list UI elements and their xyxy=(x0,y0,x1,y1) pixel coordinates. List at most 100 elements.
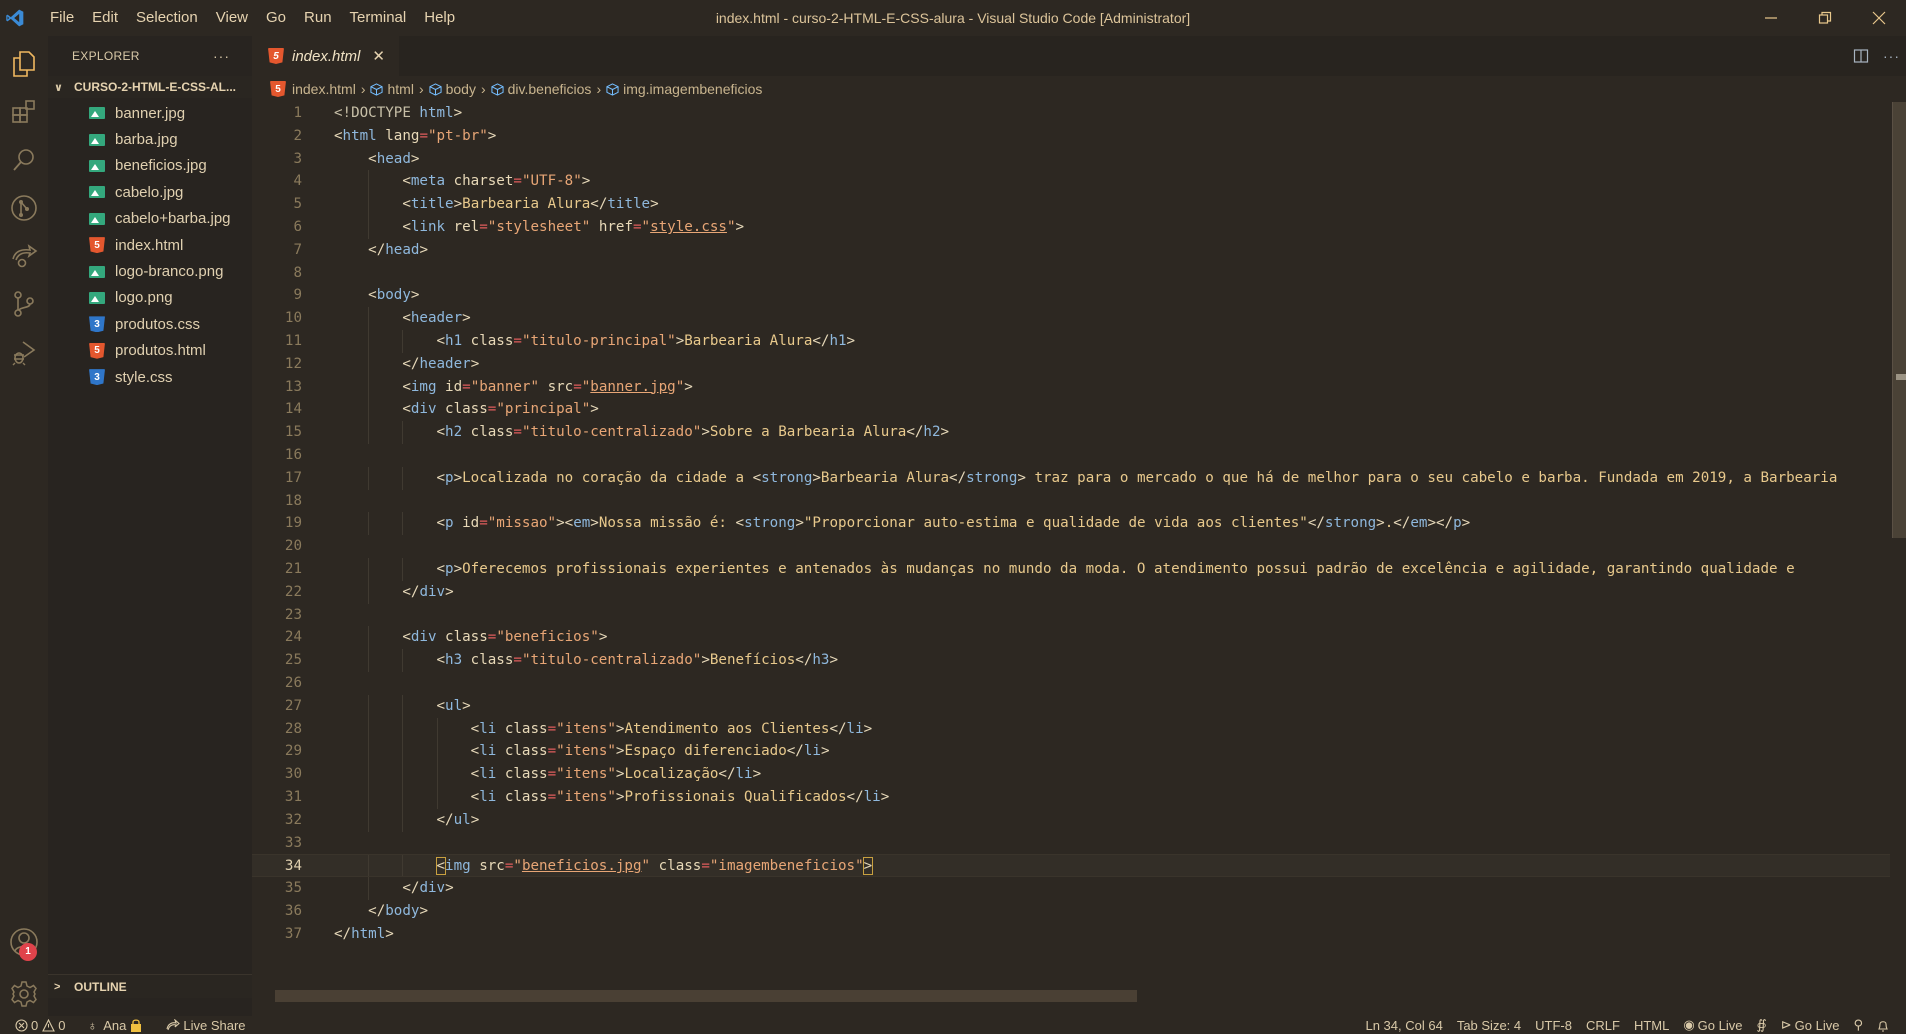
horizontal-scrollbar[interactable] xyxy=(275,990,1137,1002)
settings-button[interactable] xyxy=(0,970,48,1018)
more-editor-actions-icon[interactable]: ··· xyxy=(1883,48,1900,64)
go-live-label: Go Live xyxy=(1697,1017,1743,1033)
notifications-button[interactable] xyxy=(1870,1016,1896,1034)
code-line: 25 <h3 class="titulo-centralizado">Benef… xyxy=(252,649,1890,672)
breadcrumb-item[interactable]: img.imagembeneficios xyxy=(606,81,762,97)
accounts-button[interactable]: 1 xyxy=(0,918,48,966)
live-share-icon xyxy=(12,244,38,268)
line-number: 15 xyxy=(284,424,302,441)
split-editor-icon[interactable] xyxy=(1853,48,1869,64)
warning-icon xyxy=(42,1018,56,1032)
line-number: 22 xyxy=(284,583,302,600)
breadcrumb-item[interactable]: 5 index.html xyxy=(270,81,356,97)
prettier-status[interactable]: ∯ xyxy=(1749,1016,1773,1034)
file-item[interactable]: logo.png xyxy=(48,285,252,311)
line-number: 8 xyxy=(293,264,302,281)
file-item[interactable]: cabelo.jpg xyxy=(48,179,252,205)
problems-indicator[interactable]: 0 0 xyxy=(8,1016,72,1034)
file-item[interactable]: 3 style.css xyxy=(48,364,252,390)
code-line: 18 xyxy=(252,490,1890,513)
html-file-icon: 5 xyxy=(268,48,284,64)
git-graph-button[interactable] xyxy=(0,184,48,232)
extensions-button[interactable] xyxy=(0,88,48,136)
explorer-button[interactable] xyxy=(0,40,48,88)
menu-selection[interactable]: Selection xyxy=(127,0,207,36)
code-text: <h1 class="titulo-principal">Barbearia A… xyxy=(436,332,856,349)
file-item[interactable]: barba.jpg xyxy=(48,126,252,152)
menu-file[interactable]: File xyxy=(41,0,83,36)
status-bar: 0 0 ♁ Ana Live Share Ln 34, Col 64 Tab S… xyxy=(0,1016,1906,1034)
encoding[interactable]: UTF-8 xyxy=(1528,1016,1579,1034)
code-line: 5 <title>Barbearia Alura</title> xyxy=(252,193,1890,216)
line-number: 27 xyxy=(284,697,302,714)
account-status[interactable]: ♁ Ana xyxy=(80,1016,149,1034)
code-text: </div> xyxy=(402,880,454,897)
live-share-status[interactable]: Live Share xyxy=(159,1016,252,1034)
source-control-button[interactable] xyxy=(0,280,48,328)
code-text: <title>Barbearia Alura</title> xyxy=(402,196,659,213)
tab-index-html[interactable]: 5 index.html ✕ xyxy=(252,36,399,76)
code-text: <li class="itens">Localização</li> xyxy=(470,766,762,783)
breadcrumb-label: div.beneficios xyxy=(507,81,592,97)
run-debug-button[interactable] xyxy=(0,328,48,376)
minimize-button[interactable] xyxy=(1744,0,1798,36)
file-item[interactable]: 5 index.html xyxy=(48,232,252,258)
image-file-icon xyxy=(89,291,105,304)
breadcrumb-item[interactable]: div.beneficios xyxy=(491,81,592,97)
line-ending[interactable]: CRLF xyxy=(1579,1016,1627,1034)
file-item[interactable]: beneficios.jpg xyxy=(48,153,252,179)
vertical-scrollbar[interactable] xyxy=(1892,102,1906,538)
menu-go[interactable]: Go xyxy=(257,0,295,36)
line-number: 34 xyxy=(284,858,302,875)
code-text: </ul> xyxy=(436,811,480,828)
tab-size[interactable]: Tab Size: 4 xyxy=(1450,1016,1528,1034)
explorer-sidebar: EXPLORER ··· ∨ CURSO-2-HTML-E-CSS-AL... … xyxy=(48,36,252,1016)
file-item[interactable]: logo-branco.png xyxy=(48,258,252,284)
outline-section[interactable]: > OUTLINE xyxy=(48,974,252,998)
menu-run[interactable]: Run xyxy=(295,0,341,36)
live-share-button[interactable] xyxy=(0,232,48,280)
code-text: <img src="beneficios.jpg" class="imagemb… xyxy=(435,857,874,876)
file-item[interactable]: cabelo+barba.jpg xyxy=(48,206,252,232)
menu-bar: File Edit Selection View Go Run Terminal… xyxy=(41,0,464,36)
line-number: 12 xyxy=(284,355,302,372)
tab-bar: 5 index.html ✕ ··· xyxy=(252,36,1906,76)
file-item[interactable]: 3 produtos.css xyxy=(48,311,252,337)
close-tab-icon[interactable]: ✕ xyxy=(372,47,385,65)
restore-icon xyxy=(1818,11,1832,24)
feedback-icon: ⚲ xyxy=(1853,1017,1863,1032)
file-item[interactable]: 5 produtos.html xyxy=(48,338,252,364)
workspace-folder[interactable]: ∨ CURSO-2-HTML-E-CSS-AL... xyxy=(48,76,252,98)
search-button[interactable] xyxy=(0,136,48,184)
line-number: 32 xyxy=(284,811,302,828)
code-line: 20 xyxy=(252,535,1890,558)
code-text: <h2 class="titulo-centralizado">Sobre a … xyxy=(436,424,950,441)
menu-view[interactable]: View xyxy=(207,0,257,36)
go-live-broadcast[interactable]: ◉ Go Live xyxy=(1676,1016,1749,1034)
breadcrumb-separator: › xyxy=(596,81,602,97)
menu-edit[interactable]: Edit xyxy=(83,0,127,36)
breadcrumb-item[interactable]: html xyxy=(370,81,414,97)
code-editor[interactable]: 1 <!DOCTYPE html> 2 <html lang="pt-br"> 3 <h… xyxy=(252,102,1890,1002)
feedback-button[interactable]: ⚲ xyxy=(1846,1016,1870,1034)
breadcrumb-item[interactable]: body xyxy=(429,81,476,97)
cursor-position[interactable]: Ln 34, Col 64 xyxy=(1358,1016,1449,1034)
vscode-logo-icon xyxy=(3,6,27,30)
menu-help[interactable]: Help xyxy=(415,0,464,36)
restore-button[interactable] xyxy=(1798,0,1852,36)
menu-terminal[interactable]: Terminal xyxy=(341,0,416,36)
close-window-button[interactable] xyxy=(1852,0,1906,36)
more-actions-icon[interactable]: ··· xyxy=(213,48,230,64)
line-number: 25 xyxy=(284,652,302,669)
search-icon xyxy=(13,149,34,171)
git-graph-icon xyxy=(11,195,37,221)
source-control-icon xyxy=(14,291,34,317)
go-live-server[interactable]: ⊳ Go Live xyxy=(1774,1016,1847,1034)
code-line: 17 <p>Localizada no coração da cidade a … xyxy=(252,466,1890,490)
file-item[interactable]: banner.jpg xyxy=(48,100,252,126)
code-text: <div class="principal"> xyxy=(402,401,599,418)
code-line: 24 <div class="beneficios"> xyxy=(252,626,1890,650)
line-number: 4 xyxy=(293,173,302,190)
language-mode[interactable]: HTML xyxy=(1627,1016,1676,1034)
file-name: barba.jpg xyxy=(115,131,178,149)
